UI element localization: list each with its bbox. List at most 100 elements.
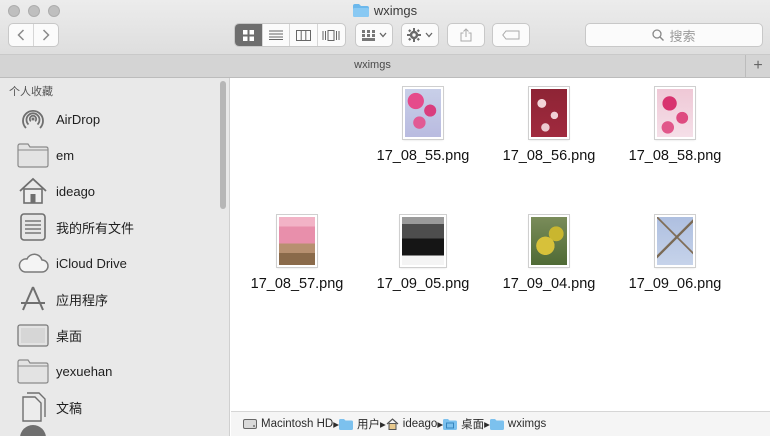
path-crumb-macintosh-hd[interactable]: Macintosh HD — [243, 418, 333, 430]
new-tab-button[interactable]: + — [745, 55, 770, 77]
path-crumb-wximgs[interactable]: wximgs — [489, 418, 547, 430]
sidebar-item-label: iCloud Drive — [56, 255, 127, 271]
sidebar-item-label: 文稿 — [56, 400, 83, 416]
file-name: 17_08_57.png — [250, 276, 344, 292]
sidebar-item-documents[interactable]: 文稿 — [16, 389, 216, 425]
desktop-icon — [16, 318, 50, 352]
home-icon — [16, 174, 50, 208]
window-title-text: wximgs — [373, 3, 418, 18]
forward-button[interactable] — [34, 24, 58, 46]
list-icon — [268, 30, 283, 40]
downloads-icon — [20, 425, 46, 436]
icon-grid-icon — [242, 29, 254, 41]
sidebar-item-em[interactable]: em — [16, 137, 216, 173]
file-name: 17_09_04.png — [502, 276, 596, 292]
arrange-grid-icon — [361, 29, 375, 41]
tags-button[interactable] — [492, 23, 530, 47]
chevron-left-icon — [17, 29, 25, 41]
window-title: wximgs — [0, 3, 770, 20]
folder-icon — [339, 418, 353, 430]
image-thumbnail — [529, 215, 569, 267]
sidebar-item-desktop[interactable]: 桌面 — [16, 317, 216, 353]
path-bar: Macintosh HD ▸ 用户 ▸ ideago ▸ 桌面 ▸ wximgs — [231, 411, 770, 436]
navigation-buttons — [8, 23, 59, 47]
file-name: 17_08_56.png — [502, 148, 596, 164]
sidebar-item-airdrop[interactable]: AirDrop — [16, 101, 216, 137]
image-thumbnail — [529, 87, 569, 139]
image-thumbnail — [655, 215, 695, 267]
arrange-button[interactable] — [355, 23, 393, 47]
window-toolbar: wximgs 搜索 — [0, 0, 770, 55]
tab-wximgs[interactable]: wximgs — [0, 59, 745, 71]
search-icon — [652, 29, 665, 41]
share-button[interactable] — [447, 23, 485, 47]
path-crumb-desktop[interactable]: 桌面 — [443, 416, 484, 432]
path-crumb-label: 用户 — [357, 419, 380, 431]
file-item[interactable]: 17_09_04.png — [494, 206, 604, 316]
cover-flow-view-button[interactable] — [318, 24, 345, 46]
applications-icon — [16, 282, 50, 316]
sidebar-scrollbar[interactable] — [220, 81, 226, 209]
file-item[interactable]: 17_08_57.png — [242, 206, 352, 316]
action-menu-button[interactable] — [401, 23, 439, 47]
back-button[interactable] — [9, 24, 33, 46]
column-view-button[interactable] — [290, 24, 318, 46]
folder-icon — [352, 4, 369, 20]
path-crumb-label: 桌面 — [461, 419, 485, 431]
chevron-down-icon — [379, 32, 386, 38]
sidebar-item-label: ideago — [56, 183, 96, 199]
image-thumbnail — [403, 87, 443, 139]
list-view-button[interactable] — [263, 24, 290, 46]
share-icon — [460, 28, 472, 42]
file-name: 17_09_05.png — [376, 276, 470, 292]
tag-icon — [502, 30, 520, 40]
file-name: 17_09_06.png — [628, 276, 722, 292]
folder-icon — [16, 138, 50, 172]
path-crumb-label: Macintosh HD — [261, 418, 334, 430]
sidebar-item-label: em — [56, 147, 75, 163]
cover-flow-icon — [322, 29, 340, 41]
home-icon — [386, 418, 399, 430]
file-item[interactable]: 17_08_55.png — [368, 78, 478, 188]
file-grid: 17_08_55.png 17_08_56.png 17_08_58.png 1… — [231, 78, 770, 411]
sidebar-item-label: yexuehan — [56, 363, 113, 379]
path-crumb-label: ideago — [402, 418, 438, 430]
sidebar-item-ideago[interactable]: ideago — [16, 173, 216, 209]
path-crumb-label: wximgs — [507, 418, 547, 430]
cloud-icon — [16, 246, 50, 280]
sidebar: 个人收藏 AirDrop em ideago 我的所有文件 iCloud Dri… — [0, 78, 230, 436]
chevron-right-icon — [42, 29, 50, 41]
search-field[interactable]: 搜索 — [585, 23, 763, 47]
sidebar-item-all-my-files[interactable]: 我的所有文件 — [16, 209, 216, 245]
sidebar-item-label: 我的所有文件 — [56, 220, 135, 236]
file-item[interactable]: 17_08_56.png — [494, 78, 604, 188]
sidebar-section-favorites: 个人收藏 — [9, 86, 53, 98]
path-crumb-ideago[interactable]: ideago — [386, 418, 438, 430]
airdrop-icon — [16, 102, 50, 136]
tab-bar: wximgs + — [0, 55, 770, 78]
file-name: 17_08_58.png — [628, 148, 722, 164]
chevron-down-icon — [425, 32, 433, 38]
file-item[interactable]: 17_09_05.png — [368, 206, 478, 316]
image-thumbnail — [655, 87, 695, 139]
search-placeholder: 搜索 — [669, 28, 696, 44]
documents-icon — [16, 390, 50, 424]
sidebar-item-yexuehan[interactable]: yexuehan — [16, 353, 216, 389]
image-thumbnail — [400, 215, 446, 267]
sidebar-item-applications[interactable]: 应用程序 — [16, 281, 216, 317]
disk-icon — [243, 418, 257, 430]
sidebar-item-label: 桌面 — [56, 328, 83, 344]
sidebar-item-label: AirDrop — [56, 111, 101, 127]
file-item[interactable]: 17_08_58.png — [620, 78, 730, 188]
gear-icon — [407, 28, 421, 42]
columns-icon — [295, 29, 311, 41]
folder-icon — [16, 354, 50, 388]
all-files-icon — [16, 210, 50, 244]
file-item[interactable]: 17_09_06.png — [620, 206, 730, 316]
image-thumbnail — [277, 215, 317, 267]
view-mode-segmented-control — [234, 23, 346, 47]
sidebar-item-icloud-drive[interactable]: iCloud Drive — [16, 245, 216, 281]
path-crumb-users[interactable]: 用户 — [339, 416, 380, 432]
icon-view-button[interactable] — [235, 24, 263, 46]
folder-icon — [489, 418, 504, 430]
